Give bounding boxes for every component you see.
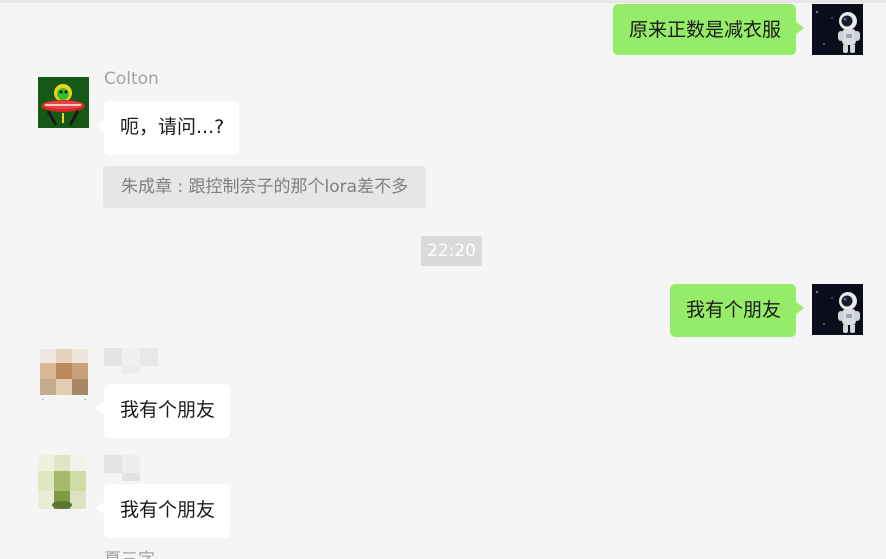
chat-message-area[interactable]: 原来正数是减衣服 Colton 呃，请问...? 朱成章: 跟控制奈子的那个l…	[0, 0, 886, 559]
message-bubble-incoming[interactable]: 呃，请问...?	[95, 101, 240, 155]
colton-avatar[interactable]	[38, 77, 89, 128]
message-bubble-outgoing[interactable]: 我有个朋友	[669, 284, 805, 337]
astronaut-avatar-icon	[812, 284, 863, 335]
blurred-plant-avatar-icon	[34, 455, 90, 511]
self-avatar[interactable]	[812, 4, 863, 55]
member-avatar-blurred[interactable]	[34, 455, 90, 511]
blurred-food-avatar-icon	[38, 349, 89, 400]
sender-name-partial: 夏三字	[104, 549, 155, 559]
quoted-message[interactable]: 朱成章 : 跟控制奈子的那个lora差不多	[103, 166, 427, 208]
sender-name-blurred	[104, 348, 164, 374]
sender-name: Colton	[104, 69, 159, 89]
member-avatar-blurred[interactable]	[38, 349, 89, 400]
message-bubble-incoming[interactable]: 我有个朋友	[95, 384, 231, 438]
astronaut-avatar-icon	[812, 4, 863, 55]
message-bubble-outgoing[interactable]: 原来正数是减衣服	[612, 4, 805, 55]
self-avatar[interactable]	[812, 284, 863, 335]
message-bubble-incoming[interactable]: 我有个朋友	[95, 484, 231, 538]
alien-ufo-avatar-icon	[38, 77, 89, 128]
message-timestamp: 22:20	[421, 236, 482, 266]
sender-name-blurred	[104, 455, 164, 481]
header-divider	[0, 0, 886, 3]
